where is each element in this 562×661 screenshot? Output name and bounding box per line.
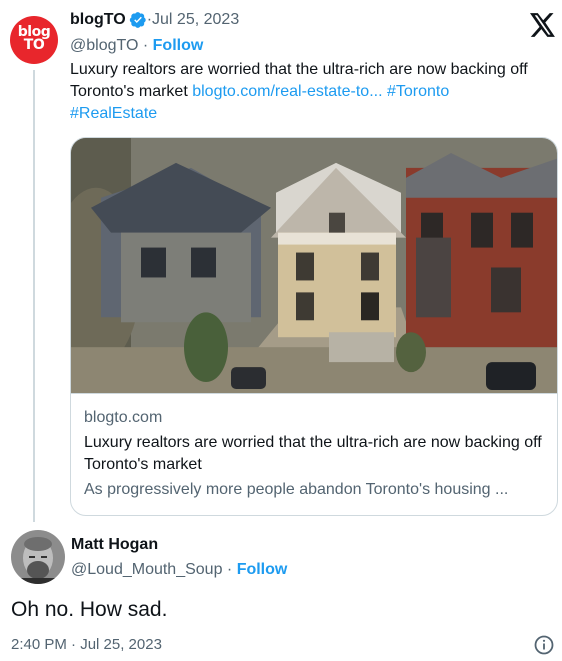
blogto-avatar[interactable]: blog TO <box>10 16 58 64</box>
handle-separator: · <box>138 37 153 54</box>
hashtag-toronto[interactable]: #Toronto <box>387 83 449 100</box>
reply-tweet-text: Oh no. How sad. <box>11 598 168 621</box>
avatar-logo-text: TO <box>23 37 45 53</box>
card-title: Luxury realtors are worried that the ult… <box>84 434 542 473</box>
parent-tweet-text: Luxury realtors are worried that the ult… <box>70 59 540 125</box>
x-logo-icon[interactable] <box>530 13 556 37</box>
info-icon[interactable] <box>533 634 555 656</box>
reply-timestamp[interactable]: 2:40 PM · Jul 25, 2023 <box>11 636 162 653</box>
hashtag-realestate[interactable]: #RealEstate <box>70 105 157 122</box>
follow-button[interactable]: Follow <box>237 561 288 578</box>
verified-badge-icon <box>129 12 146 28</box>
parent-tweet-date[interactable]: Jul 25, 2023 <box>152 11 239 29</box>
link-preview-card[interactable]: blogto.com Luxury realtors are worried t… <box>70 137 558 516</box>
reply-author-name[interactable]: Matt Hogan <box>71 536 158 554</box>
handle-separator: · <box>222 561 237 578</box>
card-domain: blogto.com <box>84 409 163 426</box>
parent-author-name[interactable]: blogTO <box>70 11 126 29</box>
matt-hogan-avatar[interactable] <box>11 530 65 584</box>
reply-author-handle[interactable]: @Loud_Mouth_Soup <box>71 561 222 578</box>
parent-author-handle[interactable]: @blogTO <box>70 37 138 54</box>
parent-handle-row: @blogTO · Follow <box>70 37 203 55</box>
parent-author-row: blogTO · Jul 25, 2023 <box>70 11 239 29</box>
follow-button[interactable]: Follow <box>153 37 204 54</box>
card-description: As progressively more people abandon Tor… <box>84 481 509 498</box>
reply-handle-row: @Loud_Mouth_Soup · Follow <box>71 561 287 579</box>
thread-connector <box>33 70 35 522</box>
tweet-link[interactable]: blogto.com/real-estate-to... <box>192 83 382 100</box>
article-photo-houses <box>71 138 557 394</box>
